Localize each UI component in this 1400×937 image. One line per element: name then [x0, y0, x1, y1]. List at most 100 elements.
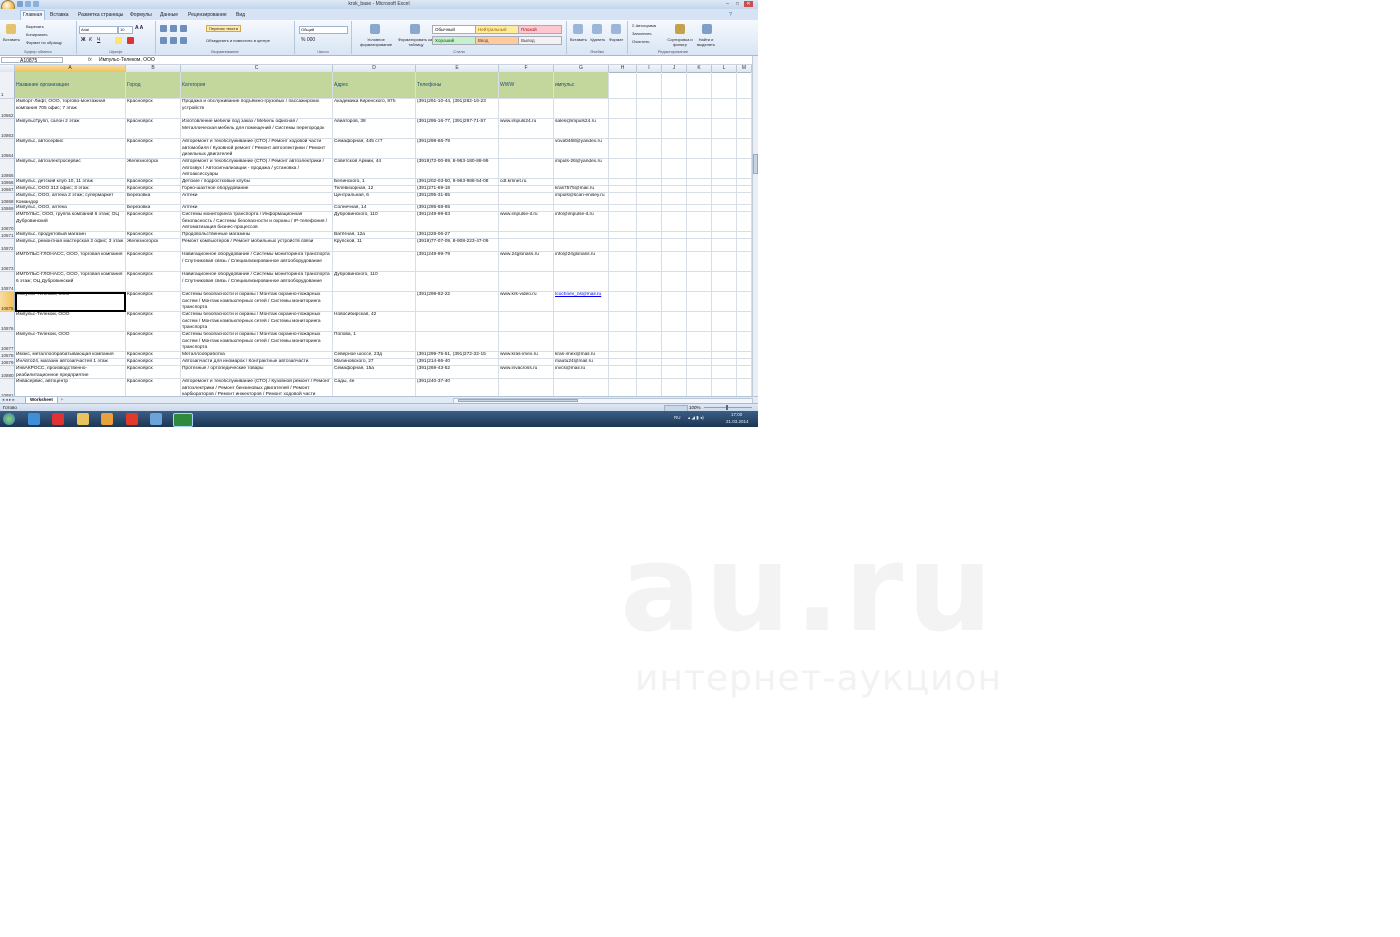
table-cell[interactable]: [662, 359, 687, 366]
table-cell[interactable]: [712, 99, 737, 119]
table-cell[interactable]: Красноярск: [126, 292, 181, 312]
table-cell[interactable]: [687, 205, 712, 212]
table-cell[interactable]: Продажа и обслуживание подъёмно-грузовых…: [181, 99, 333, 119]
table-cell[interactable]: [554, 99, 609, 119]
table-cell[interactable]: Красноярск: [126, 232, 181, 239]
column-header-b[interactable]: B: [126, 65, 181, 72]
table-cell[interactable]: [499, 159, 554, 179]
table-cell[interactable]: [737, 139, 752, 159]
find-select-button[interactable]: Найти и выделить: [694, 37, 718, 47]
currency-icon[interactable]: % 000: [301, 38, 315, 43]
table-cell[interactable]: [662, 239, 687, 252]
empty-cell[interactable]: [662, 72, 687, 99]
table-cell[interactable]: Красноярск: [126, 312, 181, 332]
table-cell[interactable]: Системы безопасности и охраны / Монтаж о…: [181, 332, 333, 352]
table-cell[interactable]: (391)295-68-65: [416, 205, 499, 212]
table-cell[interactable]: [737, 205, 752, 212]
table-cell[interactable]: [712, 292, 737, 312]
column-header-i[interactable]: I: [637, 65, 662, 72]
row-header[interactable]: 10871: [0, 232, 15, 239]
table-cell[interactable]: [737, 186, 752, 193]
table-cell[interactable]: [687, 212, 712, 232]
table-cell[interactable]: [416, 312, 499, 332]
font-size-select[interactable]: 10: [118, 26, 133, 34]
table-cell[interactable]: [333, 252, 416, 272]
header-cell[interactable]: Город: [126, 72, 181, 99]
table-cell[interactable]: Солнечная, 14: [333, 205, 416, 212]
table-cell[interactable]: (391)271-69-18: [416, 186, 499, 193]
table-cell[interactable]: www.kras-imex.ru: [499, 352, 554, 359]
table-cell[interactable]: www.impuls24.ru: [499, 119, 554, 139]
empty-cell[interactable]: [737, 72, 752, 99]
table-cell[interactable]: kras-imex@mail.ru: [554, 352, 609, 359]
table-cell[interactable]: [637, 212, 662, 232]
row-header[interactable]: 10866: [0, 179, 15, 186]
table-cell[interactable]: Красноярск: [126, 252, 181, 272]
table-cell[interactable]: info@24glonass.ru: [554, 252, 609, 272]
table-cell[interactable]: [687, 232, 712, 239]
table-cell[interactable]: [609, 332, 637, 352]
table-cell[interactable]: ИнвАКРОСС, производственно-реабилитацион…: [15, 366, 126, 379]
table-cell[interactable]: (3919)72-00-89, 8-963-180-88-99: [416, 159, 499, 179]
table-cell[interactable]: [687, 139, 712, 159]
table-cell[interactable]: Металлообработка: [181, 352, 333, 359]
table-cell[interactable]: Белинского, 1: [333, 179, 416, 186]
table-cell[interactable]: Красноярск: [126, 212, 181, 232]
table-cell[interactable]: [499, 312, 554, 332]
style-input[interactable]: Ввод: [475, 36, 519, 45]
table-cell[interactable]: [333, 292, 416, 312]
table-cell[interactable]: ИмпульсГрупп, салон 2 этаж: [15, 119, 126, 139]
table-cell[interactable]: kras7575@mail.ru: [554, 186, 609, 193]
table-cell[interactable]: [609, 239, 637, 252]
empty-cell[interactable]: [637, 72, 662, 99]
grow-font-icon[interactable]: A A: [135, 26, 143, 31]
row-header[interactable]: 10874: [0, 272, 15, 292]
table-cell[interactable]: Дубровинского, 110: [333, 212, 416, 232]
table-cell[interactable]: [554, 379, 609, 396]
undo-icon[interactable]: [25, 1, 31, 7]
table-cell[interactable]: Крупской, 11: [333, 239, 416, 252]
table-cell[interactable]: [687, 292, 712, 312]
help-icon[interactable]: ?: [726, 12, 735, 18]
table-cell[interactable]: cdt.krsnet.ru: [499, 179, 554, 186]
table-cell[interactable]: [712, 366, 737, 379]
table-cell[interactable]: [687, 159, 712, 179]
align-bottom-icon[interactable]: [180, 25, 187, 32]
language-indicator[interactable]: RU: [674, 415, 681, 420]
table-cell[interactable]: Ремонт компьютеров / Ремонт мобильных ус…: [181, 239, 333, 252]
table-cell[interactable]: [687, 312, 712, 332]
table-cell[interactable]: www.krk-video.ru: [499, 292, 554, 312]
table-cell[interactable]: [609, 232, 637, 239]
table-cell[interactable]: Импульс-Телеком, ООО: [15, 312, 126, 332]
table-cell[interactable]: Аптеки: [181, 193, 333, 205]
tab-data[interactable]: Данные: [158, 11, 180, 20]
table-cell[interactable]: [637, 292, 662, 312]
table-cell[interactable]: Ватёгная, 12а: [333, 232, 416, 239]
table-cell[interactable]: www.impulse-it.ru: [499, 212, 554, 232]
table-cell[interactable]: Железногорск: [126, 159, 181, 179]
table-cell[interactable]: [712, 179, 737, 186]
underline-icon[interactable]: Ч: [97, 38, 100, 43]
table-cell[interactable]: Импульс, ООО, аптека 2 этаж; супермаркет…: [15, 193, 126, 205]
table-cell[interactable]: Красноярск: [126, 179, 181, 186]
select-all-corner[interactable]: [0, 65, 15, 72]
table-cell[interactable]: (391)291-10-44, (391)282-16-23: [416, 99, 499, 119]
column-header-h[interactable]: H: [609, 65, 637, 72]
table-cell[interactable]: [712, 159, 737, 179]
table-cell[interactable]: [737, 352, 752, 359]
table-cell[interactable]: Малиновского, 27: [333, 359, 416, 366]
table-cell[interactable]: [712, 193, 737, 205]
close-button[interactable]: ✕: [744, 1, 753, 7]
merge-center-button[interactable]: Объединить и поместить в центре: [206, 38, 270, 43]
table-cell[interactable]: (391)249-99-83: [416, 212, 499, 232]
table-cell[interactable]: (391)299-75-51, (391)272-32-15: [416, 352, 499, 359]
table-cell[interactable]: [609, 205, 637, 212]
sort-filter-button[interactable]: Сортировка и фильтр: [666, 37, 694, 47]
tab-review[interactable]: Рецензирование: [186, 11, 229, 20]
table-cell[interactable]: [499, 99, 554, 119]
row-header[interactable]: 10872: [0, 239, 15, 252]
tab-formulas[interactable]: Формулы: [128, 11, 154, 20]
table-cell[interactable]: Сады, 4е: [333, 379, 416, 396]
table-cell[interactable]: ИМПУЛЬС-ГЛОНАСС, ООО, торговая компания …: [15, 272, 126, 292]
table-cell[interactable]: [737, 159, 752, 179]
